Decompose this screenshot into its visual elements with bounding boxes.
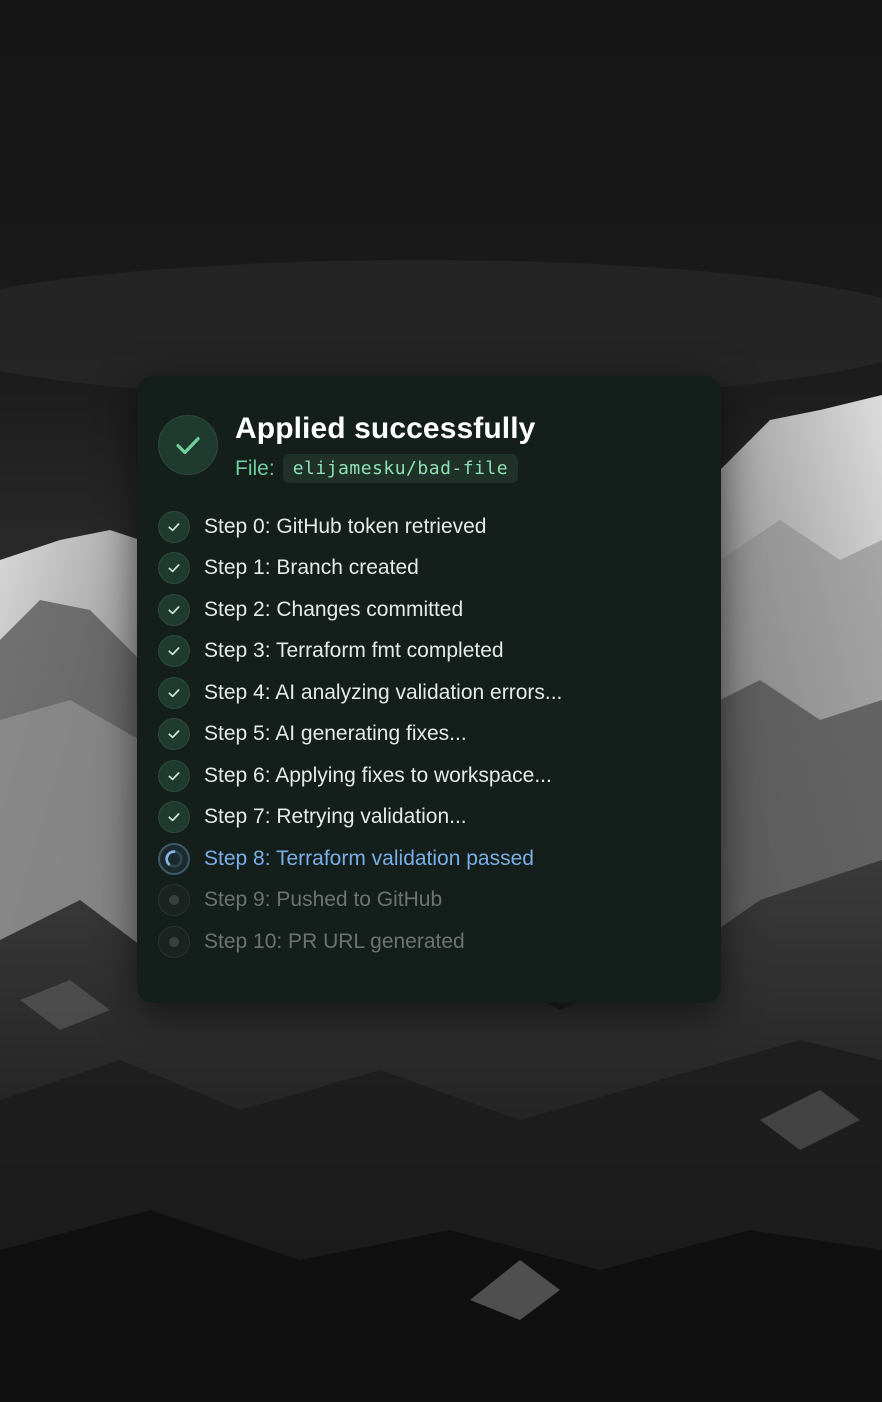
step-label: Step 0: GitHub token retrieved bbox=[204, 514, 487, 538]
pending-dot-icon bbox=[158, 925, 190, 958]
step-label: Step 7: Retrying validation... bbox=[204, 805, 467, 829]
step-item: Step 1: Branch created bbox=[158, 548, 562, 590]
step-label: Step 5: AI generating fixes... bbox=[204, 722, 467, 746]
pending-dot-icon bbox=[158, 884, 190, 917]
loading-spinner-icon bbox=[158, 842, 190, 875]
step-label: Step 4: AI analyzing validation errors..… bbox=[204, 680, 563, 704]
step-item: Step 6: Applying fixes to workspace... bbox=[158, 755, 562, 797]
step-item: Step 0: GitHub token retrieved bbox=[158, 506, 562, 548]
step-item: Step 3: Terraform fmt completed bbox=[158, 631, 562, 673]
step-label: Step 10: PR URL generated bbox=[204, 929, 465, 953]
step-check-icon bbox=[158, 635, 190, 668]
file-info: File: elijamesku/bad-file bbox=[235, 454, 519, 483]
step-item-pending: Step 9: Pushed to GitHub bbox=[158, 880, 562, 922]
step-list: Step 0: GitHub token retrieved Step 1: B… bbox=[158, 506, 562, 963]
step-check-icon bbox=[158, 801, 190, 834]
apply-status-card: Applied successfully File: elijamesku/ba… bbox=[137, 376, 721, 1003]
step-item-pending: Step 10: PR URL generated bbox=[158, 921, 562, 963]
step-check-icon bbox=[158, 759, 190, 792]
card-title: Applied successfully bbox=[235, 412, 536, 445]
step-label: Step 2: Changes committed bbox=[204, 597, 464, 621]
step-label: Step 3: Terraform fmt completed bbox=[204, 639, 504, 663]
step-item: Step 4: AI analyzing validation errors..… bbox=[158, 672, 562, 714]
file-label: File: bbox=[235, 456, 275, 480]
file-path-code: elijamesku/bad-file bbox=[282, 454, 519, 483]
step-check-icon bbox=[158, 593, 190, 626]
step-check-icon bbox=[158, 676, 190, 709]
step-item: Step 2: Changes committed bbox=[158, 589, 562, 631]
step-label: Step 6: Applying fixes to workspace... bbox=[204, 763, 552, 787]
step-check-icon bbox=[158, 510, 190, 543]
step-label: Step 8: Terraform validation passed bbox=[204, 846, 534, 870]
step-label: Step 9: Pushed to GitHub bbox=[204, 888, 443, 912]
step-item-active: Step 8: Terraform validation passed bbox=[158, 838, 562, 880]
success-check-icon bbox=[158, 415, 218, 475]
step-check-icon bbox=[158, 718, 190, 751]
step-item: Step 5: AI generating fixes... bbox=[158, 714, 562, 756]
step-check-icon bbox=[158, 552, 190, 585]
step-item: Step 7: Retrying validation... bbox=[158, 797, 562, 839]
step-label: Step 1: Branch created bbox=[204, 556, 419, 580]
